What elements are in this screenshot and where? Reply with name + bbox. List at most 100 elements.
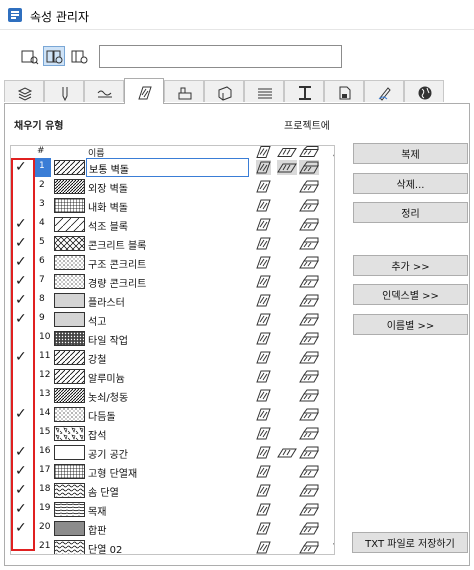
draft-fill-icon[interactable]: [256, 483, 271, 498]
cut-fill-icon[interactable]: [277, 198, 297, 213]
draft-fill-icon[interactable]: [256, 312, 271, 327]
cover-fill-icon[interactable]: [299, 502, 319, 517]
cut-fill-icon[interactable]: [277, 331, 297, 346]
fill-row[interactable]: 15 잡석: [11, 424, 319, 443]
cover-fill-icon[interactable]: [299, 540, 319, 554]
draft-fill-icon[interactable]: [256, 293, 271, 308]
cover-fill-icon[interactable]: [299, 312, 319, 327]
draft-fill-icon[interactable]: [256, 236, 271, 251]
view-mode-single-button[interactable]: [18, 46, 40, 66]
draft-fill-icon[interactable]: [256, 388, 271, 403]
draft-fill-icon[interactable]: [256, 426, 271, 441]
cut-fill-icon[interactable]: [277, 369, 297, 384]
tab-markup-styles[interactable]: [364, 80, 404, 102]
duplicate-button[interactable]: 복제: [353, 143, 468, 164]
cut-fill-icon[interactable]: [277, 160, 297, 175]
tab-pens[interactable]: [44, 80, 84, 102]
cut-fill-icon[interactable]: [277, 445, 297, 460]
tab-surfaces[interactable]: [244, 80, 284, 102]
fill-row[interactable]: ✓ 7 경량 콘크리트: [11, 272, 319, 291]
fill-row[interactable]: ✓ 11 강철: [11, 348, 319, 367]
draft-fill-icon[interactable]: [256, 274, 271, 289]
cut-fill-icon[interactable]: [277, 274, 297, 289]
draft-fill-icon[interactable]: [256, 331, 271, 346]
add-button[interactable]: 추가 >>: [353, 255, 468, 276]
fill-row[interactable]: 21 단열 02: [11, 538, 319, 554]
cover-fill-icon[interactable]: [299, 236, 319, 251]
draft-fill-icon[interactable]: [256, 540, 271, 554]
cut-fill-icon[interactable]: [277, 426, 297, 441]
draft-fill-icon[interactable]: [256, 217, 271, 232]
scroll-down-icon[interactable]: ▼: [333, 542, 334, 552]
cover-fill-icon[interactable]: [299, 331, 319, 346]
draft-fill-icon[interactable]: [256, 369, 271, 384]
delete-button[interactable]: 삭제...: [353, 173, 468, 194]
fill-row[interactable]: ✓ 6 구조 콘크리트: [11, 253, 319, 272]
fill-row[interactable]: ✓ 14 다듬돌: [11, 405, 319, 424]
cover-fill-icon[interactable]: [299, 407, 319, 422]
draft-fill-icon[interactable]: [256, 521, 271, 536]
cover-fill-icon[interactable]: [299, 274, 319, 289]
draft-fill-icon[interactable]: [256, 179, 271, 194]
by-index-button[interactable]: 인덱스별 >>: [353, 284, 468, 305]
cut-fill-icon[interactable]: [277, 540, 297, 554]
search-input[interactable]: [99, 45, 342, 68]
cut-fill-icon[interactable]: [277, 293, 297, 308]
view-mode-split-button[interactable]: [68, 46, 90, 66]
cut-fill-icon[interactable]: [277, 407, 297, 422]
list-scrollbar[interactable]: ▲ ▼: [331, 146, 334, 554]
cover-fill-icon[interactable]: [299, 198, 319, 213]
view-mode-double-button[interactable]: [43, 46, 65, 66]
fill-row[interactable]: ✓ 8 플라스터: [11, 291, 319, 310]
fill-row[interactable]: 12 알루미늄: [11, 367, 319, 386]
fill-type-list[interactable]: # 이름 ✓ 1 보통 벽돌 2 외장 벽돌 3 내화 벽돌 ✓ 4 석조 블록 ✓ 5 콘크리트 블록…: [10, 145, 335, 555]
draft-fill-icon[interactable]: [256, 502, 271, 517]
organize-button[interactable]: 정리: [353, 202, 468, 223]
cut-fill-icon[interactable]: [277, 179, 297, 194]
scroll-up-icon[interactable]: ▲: [333, 148, 334, 158]
fill-row[interactable]: ✓ 20 합판: [11, 519, 319, 538]
fill-row[interactable]: ✓ 9 석고: [11, 310, 319, 329]
fill-row[interactable]: ✓ 1 보통 벽돌: [11, 158, 319, 177]
fill-row[interactable]: ✓ 5 콘크리트 블록: [11, 234, 319, 253]
fill-row[interactable]: ✓ 16 공기 공간: [11, 443, 319, 462]
cut-fill-icon[interactable]: [277, 464, 297, 479]
draft-fill-icon[interactable]: [256, 407, 271, 422]
cover-fill-icon[interactable]: [299, 160, 319, 175]
cut-fill-icon[interactable]: [277, 312, 297, 327]
cover-fill-icon[interactable]: [299, 255, 319, 270]
draft-fill-icon[interactable]: [256, 464, 271, 479]
cover-fill-icon[interactable]: [299, 388, 319, 403]
tab-line-types[interactable]: [84, 80, 124, 102]
fill-row[interactable]: 2 외장 벽돌: [11, 177, 319, 196]
cut-fill-icon[interactable]: [277, 255, 297, 270]
cover-fill-icon[interactable]: [299, 521, 319, 536]
cover-fill-icon[interactable]: [299, 426, 319, 441]
cut-fill-icon[interactable]: [277, 521, 297, 536]
fill-row[interactable]: ✓ 19 목재: [11, 500, 319, 519]
cut-fill-icon[interactable]: [277, 217, 297, 232]
fill-name-edit-field[interactable]: 보통 벽돌: [86, 158, 249, 177]
tab-fills[interactable]: [124, 78, 164, 104]
save-txt-button[interactable]: TXT 파일로 저장하기: [352, 532, 468, 553]
by-name-button[interactable]: 이름별 >>: [353, 314, 468, 335]
tab-building-materials[interactable]: [284, 80, 324, 102]
fill-row[interactable]: 3 내화 벽돌: [11, 196, 319, 215]
cover-fill-icon[interactable]: [299, 179, 319, 194]
tab-composites[interactable]: [164, 80, 204, 102]
fill-row[interactable]: 13 놋쇠/청동: [11, 386, 319, 405]
cover-fill-icon[interactable]: [299, 293, 319, 308]
tab-locations[interactable]: [404, 80, 444, 102]
cover-fill-icon[interactable]: [299, 217, 319, 232]
cut-fill-icon[interactable]: [277, 388, 297, 403]
cover-fill-icon[interactable]: [299, 350, 319, 365]
draft-fill-icon[interactable]: [256, 160, 271, 175]
cut-fill-icon[interactable]: [277, 236, 297, 251]
tab-layers[interactable]: [4, 80, 44, 102]
tab-profiles[interactable]: [204, 80, 244, 102]
cover-fill-icon[interactable]: [299, 369, 319, 384]
draft-fill-icon[interactable]: [256, 198, 271, 213]
fill-row[interactable]: 10 타일 작업: [11, 329, 319, 348]
fill-row[interactable]: ✓ 4 석조 블록: [11, 215, 319, 234]
fill-row[interactable]: ✓ 18 솜 단열: [11, 481, 319, 500]
